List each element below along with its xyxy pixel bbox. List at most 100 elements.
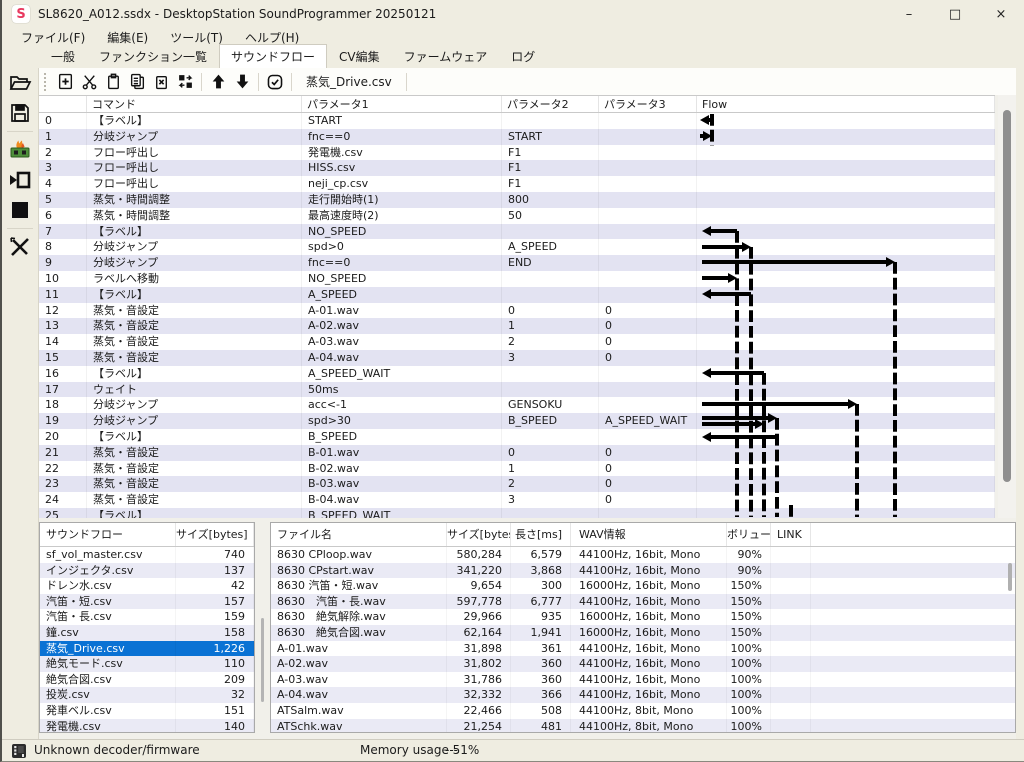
soundflow-row[interactable]: sf_vol_master.csv740 [40, 547, 254, 563]
add-item-button[interactable] [53, 70, 77, 94]
flow-row-13[interactable]: 13蒸気・音設定A-02.wav10 [39, 318, 995, 334]
soundflow-row[interactable]: 蒸気_Drive.csv1,226 [40, 641, 254, 657]
wav-volume: 100% [727, 687, 771, 703]
flow-row-15[interactable]: 15蒸気・音設定A-04.wav30 [39, 350, 995, 366]
wav-file-row[interactable]: A-04.wav32,33236644100Hz, 16bit, Mono100… [271, 687, 1015, 703]
col-header-size[interactable]: サイズ[bytes] [176, 523, 254, 546]
tab-function-list[interactable]: ファンクション一覧 [87, 44, 219, 68]
tab-log[interactable]: ログ [499, 44, 547, 68]
soundflow-row[interactable]: 鐘.csv158 [40, 625, 254, 641]
tab-general[interactable]: 一般 [39, 44, 87, 68]
flow-row-23[interactable]: 23蒸気・音設定B-03.wav20 [39, 476, 995, 492]
wav-length: 360 [511, 672, 571, 688]
write-decoder-button[interactable] [2, 135, 38, 165]
wav-file-scrollbar[interactable] [1007, 549, 1013, 732]
paste-button[interactable] [101, 70, 125, 94]
flow-row-14[interactable]: 14蒸気・音設定A-03.wav20 [39, 334, 995, 350]
flow-row-9[interactable]: 9分岐ジャンプfnc==0END [39, 255, 995, 271]
flow-row-22[interactable]: 22蒸気・音設定B-02.wav10 [39, 461, 995, 477]
wav-volume: 100% [727, 641, 771, 657]
cut-button[interactable] [77, 70, 101, 94]
flow-row-25[interactable]: 25【ラベル】B_SPEED_WAIT [39, 508, 995, 518]
flow-row-16[interactable]: 16【ラベル】A_SPEED_WAIT [39, 366, 995, 382]
row-param2: START [502, 129, 599, 145]
tab-cv-edit[interactable]: CV編集 [327, 44, 392, 68]
flow-row-7[interactable]: 7【ラベル】NO_SPEED [39, 224, 995, 240]
toolbar-grip[interactable] [44, 73, 48, 91]
flow-row-6[interactable]: 6蒸気・時間調整最高速度時(2)50 [39, 208, 995, 224]
wav-file-row[interactable]: 8630 CPloop.wav580,2846,57944100Hz, 16bi… [271, 547, 1015, 563]
tab-sound-flow[interactable]: サウンドフロー [219, 44, 327, 68]
copy-button[interactable] [125, 70, 149, 94]
soundflow-row[interactable]: インジェクタ.csv137 [40, 563, 254, 579]
flow-row-12[interactable]: 12蒸気・音設定A-01.wav00 [39, 303, 995, 319]
soundflow-list-scrollbar[interactable] [256, 522, 268, 733]
col-header-length[interactable]: 長さ[ms] [511, 523, 571, 546]
flow-row-3[interactable]: 3フロー呼出しHISS.csvF1 [39, 160, 995, 176]
soundflow-row[interactable]: 絶気合図.csv209 [40, 672, 254, 688]
current-flow-label: 蒸気_Drive.csv [296, 73, 402, 90]
flow-row-11[interactable]: 11【ラベル】A_SPEED [39, 287, 995, 303]
col-header-volume[interactable]: ボリューム [727, 523, 771, 546]
flow-row-17[interactable]: 17ウェイト50ms [39, 382, 995, 398]
flow-row-2[interactable]: 2フロー呼出し発電機.csvF1 [39, 145, 995, 161]
flow-table-scrollbar[interactable] [998, 95, 1016, 518]
wav-file-row[interactable]: A-01.wav31,89836144100Hz, 16bit, Mono100… [271, 641, 1015, 657]
flow-row-5[interactable]: 5蒸気・時間調整走行開始時(1)800 [39, 192, 995, 208]
soundflow-row[interactable]: 投炭.csv32 [40, 687, 254, 703]
flow-row-1[interactable]: 1分岐ジャンプfnc==0START [39, 129, 995, 145]
wav-file-row[interactable]: 8630 汽笛・短.wav9,65430016000Hz, 16bit, Mon… [271, 578, 1015, 594]
col-header-link[interactable]: LINK [771, 523, 811, 546]
wav-file-row[interactable]: ATSalm.wav22,46650844100Hz, 8bit, Mono10… [271, 703, 1015, 719]
row-param3 [599, 397, 697, 413]
maximize-button[interactable]: □ [932, 0, 978, 28]
soundflow-size: 1,226 [176, 641, 254, 657]
col-header-filename[interactable]: ファイル名 [271, 523, 447, 546]
transfer-button[interactable] [2, 165, 38, 195]
col-header-wavinfo[interactable]: WAV情報 [571, 523, 727, 546]
scrollbar-thumb[interactable] [1008, 563, 1012, 591]
wav-file-row[interactable]: 8630 絶気合図.wav62,1641,94116000Hz, 16bit, … [271, 625, 1015, 641]
wav-size: 21,254 [447, 719, 511, 733]
col-header-size[interactable]: サイズ[bytes] [447, 523, 511, 546]
col-header-soundflow[interactable]: サウンドフロー [40, 523, 176, 546]
soundflow-row[interactable]: 絶気モード.csv110 [40, 656, 254, 672]
reorder-button[interactable] [173, 70, 197, 94]
flow-row-20[interactable]: 20【ラベル】B_SPEED [39, 429, 995, 445]
wav-file-row[interactable]: ATSchk.wav21,25448144100Hz, 8bit, Mono10… [271, 719, 1015, 733]
scrollbar-thumb[interactable] [261, 618, 264, 702]
flow-row-0[interactable]: 0【ラベル】START [39, 113, 995, 129]
soundflow-size: 159 [176, 609, 254, 625]
flow-row-4[interactable]: 4フロー呼出しneji_cp.csvF1 [39, 176, 995, 192]
move-down-button[interactable] [230, 70, 254, 94]
open-file-button[interactable] [2, 68, 38, 98]
wav-file-row[interactable]: A-02.wav31,80236044100Hz, 16bit, Mono100… [271, 656, 1015, 672]
flow-row-8[interactable]: 8分岐ジャンプspd>0A_SPEED [39, 239, 995, 255]
stop-button[interactable] [2, 195, 38, 225]
row-flow-cell [697, 129, 995, 145]
soundflow-row[interactable]: 汽笛・長.csv159 [40, 609, 254, 625]
move-up-button[interactable] [206, 70, 230, 94]
tab-firmware[interactable]: ファームウェア [392, 44, 500, 68]
flow-row-10[interactable]: 10ラベルへ移動NO_SPEED [39, 271, 995, 287]
wav-file-row[interactable]: 8630 CPstart.wav341,2203,86844100Hz, 16b… [271, 563, 1015, 579]
delete-button[interactable] [149, 70, 173, 94]
tools-button[interactable] [2, 232, 38, 262]
flow-row-19[interactable]: 19分岐ジャンプspd>30B_SPEEDA_SPEED_WAIT [39, 413, 995, 429]
soundflow-row[interactable]: 発車ベル.csv151 [40, 703, 254, 719]
wav-file-row[interactable]: 8630 絶気解除.wav29,96693516000Hz, 16bit, Mo… [271, 609, 1015, 625]
soundflow-row[interactable]: 汽笛・短.csv157 [40, 594, 254, 610]
wav-file-row[interactable]: A-03.wav31,78636044100Hz, 16bit, Mono100… [271, 672, 1015, 688]
flow-row-24[interactable]: 24蒸気・音設定B-04.wav30 [39, 492, 995, 508]
minimize-button[interactable]: – [886, 0, 932, 28]
flow-row-18[interactable]: 18分岐ジャンプacc<-1GENSOKU [39, 397, 995, 413]
scrollbar-thumb[interactable] [1003, 110, 1011, 482]
wav-file-row[interactable]: 8630 汽笛・長.wav597,7786,77744100Hz, 16bit,… [271, 594, 1015, 610]
verify-button[interactable] [263, 70, 287, 94]
soundflow-row[interactable]: 発電機.csv140 [40, 719, 254, 733]
flow-row-21[interactable]: 21蒸気・音設定B-01.wav00 [39, 445, 995, 461]
soundflow-row[interactable]: ドレン水.csv42 [40, 578, 254, 594]
close-button[interactable]: × [978, 0, 1024, 28]
save-file-button[interactable] [2, 98, 38, 128]
row-param1: B_SPEED [302, 429, 502, 445]
